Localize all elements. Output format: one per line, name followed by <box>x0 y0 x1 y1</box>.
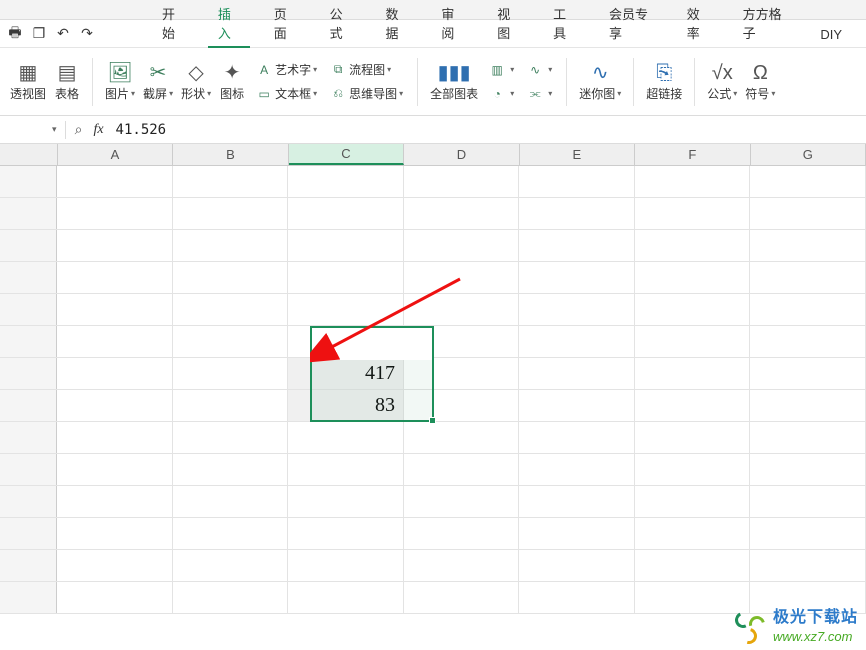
tab-member[interactable]: 会员专享 <box>599 0 663 48</box>
cell-C7[interactable]: 417 <box>288 358 404 389</box>
grid[interactable]: 42 417 83 <box>0 166 866 626</box>
bar-icon: ▥ <box>488 63 506 77</box>
table-row <box>0 422 866 454</box>
omega-icon: Ω <box>753 61 768 85</box>
mindmap-icon: ⎌ <box>329 86 347 101</box>
tab-page[interactable]: 页面 <box>264 0 306 48</box>
sparkline-button[interactable]: ∿ 迷你图▾ <box>575 54 625 110</box>
hyperlink-button[interactable]: ⎘ 超链接 <box>642 54 686 110</box>
icons-icon: ✦ <box>224 61 241 85</box>
line-icon: ∿ <box>526 63 544 77</box>
tab-view[interactable]: 视图 <box>487 0 529 48</box>
screenshot-button[interactable]: ✂ 截屏▾ <box>139 54 177 110</box>
link-icon: ⎘ <box>656 61 672 85</box>
table-row: 42 <box>0 326 866 358</box>
table-icon: ▤ <box>58 61 77 85</box>
table-row <box>0 518 866 550</box>
col-E[interactable]: E <box>520 144 635 165</box>
barchart-icon: ▮▮▮ <box>438 61 471 85</box>
symbol-button[interactable]: Ω 符号▾ <box>741 54 779 110</box>
sqrt-icon: √x <box>712 61 733 85</box>
tab-formula[interactable]: 公式 <box>320 0 362 48</box>
fx-label[interactable]: fx <box>88 122 110 138</box>
watermark-url: www.xz7.com <box>773 629 858 646</box>
table-row: 83 <box>0 390 866 422</box>
wordart-button[interactable]: A艺术字▾ <box>249 59 323 81</box>
pivot-button[interactable]: ▦ 透视图 <box>6 54 50 110</box>
textbox-icon: ▭ <box>255 87 273 101</box>
table-row <box>0 454 866 486</box>
cell-C6[interactable]: 42 <box>288 326 404 357</box>
name-box-dropdown[interactable]: ▾ <box>48 124 61 135</box>
table-row <box>0 262 866 294</box>
col-A[interactable]: A <box>58 144 173 165</box>
shapes-button[interactable]: ◇ 形状▾ <box>177 54 215 110</box>
chart-bar-button[interactable]: ▥▾ <box>482 59 520 81</box>
cell-C8[interactable]: 83 <box>288 390 404 421</box>
tab-insert[interactable]: 插入 <box>208 0 250 48</box>
table-row <box>0 166 866 198</box>
zoom-icon[interactable]: ⌕ <box>70 121 88 138</box>
chart-line-button[interactable]: ∿▾ <box>520 59 558 81</box>
flowchart-button[interactable]: ⧉流程图▾ <box>323 59 409 81</box>
allcharts-button[interactable]: ▮▮▮ 全部图表 <box>426 54 482 110</box>
picture-button[interactable]: 🖼 图片▾ <box>101 54 139 110</box>
chart-pie-button[interactable]: ◔▾ <box>482 83 520 105</box>
icons-button[interactable]: ✦ 图标 <box>215 54 249 110</box>
textbox-button[interactable]: ▭文本框▾ <box>249 83 323 105</box>
tab-ffgz[interactable]: 方方格子 <box>733 0 797 48</box>
table-row <box>0 230 866 262</box>
table-row <box>0 198 866 230</box>
table-row <box>0 550 866 582</box>
tab-diy[interactable]: DIY <box>810 23 852 48</box>
select-all-corner[interactable] <box>0 144 58 165</box>
mindmap-button[interactable]: ⎌思维导图▾ <box>323 83 409 105</box>
col-C[interactable]: C <box>289 144 404 165</box>
print-icon[interactable]: 🖶 <box>4 23 26 45</box>
table-row: 417 <box>0 358 866 390</box>
tab-efficiency[interactable]: 效率 <box>677 0 719 48</box>
formula-button[interactable]: √x 公式▾ <box>703 54 741 110</box>
combo-icon: ⫘ <box>526 86 544 101</box>
chart-combo-button[interactable]: ⫘▾ <box>520 83 558 105</box>
tab-tools[interactable]: 工具 <box>543 0 585 48</box>
tab-start[interactable]: 开始 <box>152 0 194 48</box>
table-row <box>0 486 866 518</box>
name-box[interactable] <box>0 119 48 141</box>
pivot-icon: ▦ <box>19 61 38 85</box>
column-headers: A B C D E F G <box>0 144 866 166</box>
table-row <box>0 294 866 326</box>
scissors-icon: ✂ <box>150 61 167 85</box>
col-G[interactable]: G <box>751 144 866 165</box>
picture-icon: 🖼 <box>107 61 132 85</box>
table-button[interactable]: ▤ 表格 <box>50 54 84 110</box>
pie-icon: ◔ <box>488 87 506 101</box>
sparkline-icon: ∿ <box>592 61 609 85</box>
shapes-icon: ◇ <box>188 61 203 85</box>
undo-icon[interactable]: ↶ <box>52 23 74 45</box>
col-B[interactable]: B <box>173 144 288 165</box>
formula-input[interactable] <box>110 122 866 138</box>
redo-icon[interactable]: ↷ <box>76 23 98 45</box>
col-D[interactable]: D <box>404 144 519 165</box>
table-row <box>0 582 866 614</box>
tab-data[interactable]: 数据 <box>376 0 418 48</box>
flowchart-icon: ⧉ <box>329 62 347 77</box>
formula-bar: ▾ ⌕ fx <box>0 116 866 144</box>
wordart-icon: A <box>255 63 273 77</box>
col-F[interactable]: F <box>635 144 750 165</box>
print-preview-icon[interactable]: ❐ <box>28 23 50 45</box>
ribbon: ▦ 透视图 ▤ 表格 🖼 图片▾ ✂ 截屏▾ ◇ 形状▾ ✦ 图标 A艺术字▾ … <box>0 48 866 116</box>
tab-review[interactable]: 审阅 <box>431 0 473 48</box>
